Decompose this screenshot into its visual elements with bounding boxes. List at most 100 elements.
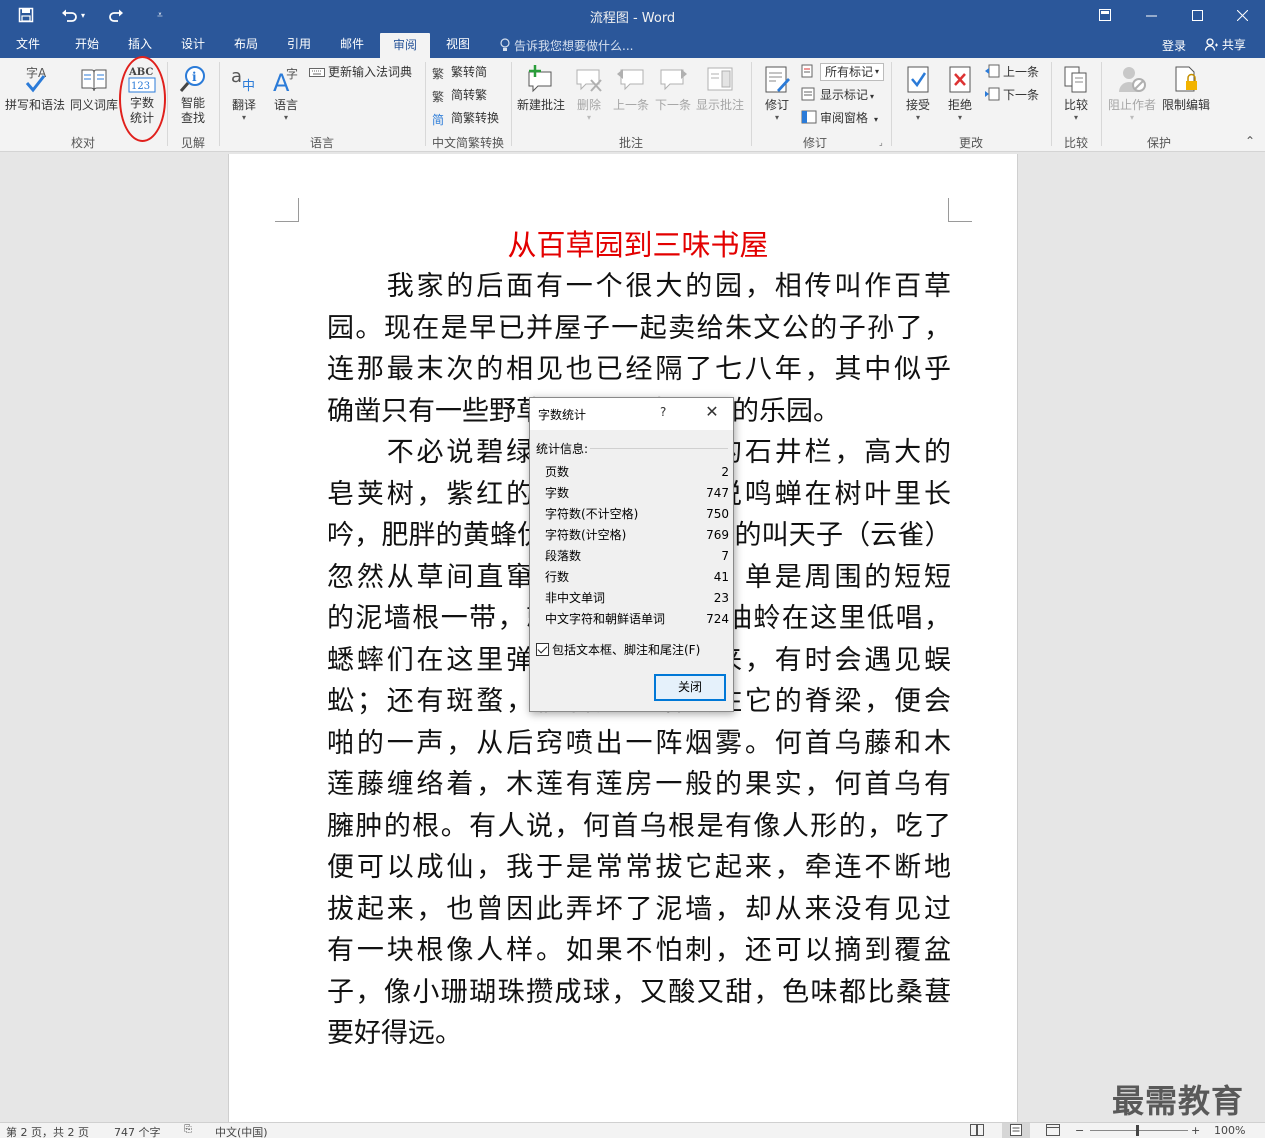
accept-label: 接受: [905, 98, 930, 112]
watermark-logo: 最需教育: [1112, 1082, 1245, 1120]
text-line: 臃肿的根。有人说，何首乌根是有像人形的，吃了: [327, 810, 951, 842]
zoom-level[interactable]: 100%: [1214, 1124, 1245, 1137]
previous-comment-button[interactable]: 上一条: [610, 64, 652, 113]
lightbulb-icon: [500, 38, 510, 51]
accept-icon: [907, 66, 929, 93]
stat-value: 7: [721, 549, 729, 563]
zoom-slider-thumb[interactable]: [1136, 1125, 1139, 1136]
close-dialog-button[interactable]: 关闭: [654, 674, 726, 701]
collapse-ribbon-icon[interactable]: ⌃: [1245, 134, 1255, 148]
group-chinese-label: 中文简繁转换: [431, 136, 504, 150]
reviewing-pane-button[interactable]: 审阅窗格 ▾: [801, 108, 878, 128]
tab-mailings[interactable]: 邮件: [327, 32, 377, 58]
language-status[interactable]: 中文(中国): [215, 1124, 268, 1138]
next-comment-button[interactable]: 下一条: [652, 64, 694, 113]
show-markup-button[interactable]: 显示标记 ▾: [801, 85, 874, 105]
new-comment-button[interactable]: 新建批注: [514, 64, 568, 113]
help-icon[interactable]: ?: [660, 405, 666, 419]
chevron-down-icon: ▾: [870, 92, 875, 101]
next-change-button[interactable]: 下一条: [984, 85, 1039, 105]
compare-button[interactable]: 比较 ▾: [1056, 64, 1096, 122]
ribbon-display-icon[interactable]: [1082, 0, 1128, 30]
tab-review[interactable]: 审阅: [380, 33, 430, 58]
smart-label-2: 查找: [180, 111, 205, 125]
zoom-in-icon[interactable]: +: [1191, 1124, 1200, 1137]
group-comments-label: 批注: [618, 136, 643, 150]
text-line: 便可以成仙，我于是常常拔它起来，牵连不断地: [327, 852, 951, 883]
tab-file[interactable]: 文件: [6, 32, 50, 58]
stat-label: 行数: [545, 570, 570, 584]
window-title: 流程图 - Word: [589, 11, 676, 26]
dialog-launcher-icon[interactable]: ⌟: [879, 138, 883, 147]
dialog-title-bar[interactable]: 字数统计 ? ✕: [530, 398, 733, 430]
stat-value: 747: [706, 486, 729, 500]
spelling-grammar-button[interactable]: 字A 拼写和语法: [4, 64, 66, 113]
page-count[interactable]: 第 2 页，共 2 页: [6, 1124, 89, 1138]
word-count-dialog: 字数统计 ? ✕ 统计信息: 页数 2 字数 747 字符数(不计空格) 750 字符…: [529, 397, 734, 712]
proofing-status-icon[interactable]: ⎘: [184, 1124, 192, 1135]
reject-button[interactable]: 拒绝 ▾: [940, 64, 980, 122]
dialog-close-icon[interactable]: ✕: [700, 402, 724, 424]
text-line: 啪的一声，从后窍喷出一阵烟雾。何首乌藤和木: [327, 727, 951, 759]
tell-me-box[interactable]: 告诉我您想要做什么...: [500, 37, 633, 54]
statistics-heading: 统计信息:: [536, 442, 589, 456]
share-button[interactable]: 共享: [1204, 36, 1246, 53]
tab-design[interactable]: 设计: [168, 32, 218, 58]
stat-value: 2: [721, 465, 729, 479]
minimize-icon[interactable]: [1128, 0, 1174, 30]
simplified-traditional-icon: 繁: [432, 90, 445, 104]
previous-change-label: 上一条: [1003, 65, 1040, 79]
next-change-label: 下一条: [1003, 88, 1040, 102]
language-button[interactable]: A字 语言 ▾: [266, 64, 306, 122]
margin-corner-mark: [948, 198, 972, 222]
traditional-to-simplified-button[interactable]: 繁繁转简: [432, 62, 487, 82]
show-comments-button[interactable]: 显示批注: [694, 64, 746, 113]
read-mode-icon[interactable]: [970, 1124, 984, 1138]
translate-button[interactable]: a中 翻译 ▾: [224, 64, 264, 122]
language-label: 语言: [273, 98, 298, 112]
stat-row: 中文字符和朝鲜语单词 724: [545, 609, 729, 630]
maximize-icon[interactable]: [1174, 0, 1220, 30]
tab-home[interactable]: 开始: [62, 32, 112, 58]
keyboard-icon: [309, 64, 325, 78]
chinese-conversion-button[interactable]: 简简繁转换: [432, 108, 499, 128]
dropdown-arrow-icon: ▾: [915, 113, 920, 122]
print-layout-icon[interactable]: [1002, 1123, 1030, 1138]
group-insights-label: 见解: [180, 136, 205, 150]
markup-select[interactable]: 所有标记 ▾: [820, 63, 884, 81]
text-line: 子，像小珊瑚珠攒成球，又酸又甜，色味都比桑葚: [327, 976, 951, 1008]
tab-references[interactable]: 引用: [274, 32, 324, 58]
tab-layout[interactable]: 布局: [221, 32, 271, 58]
stat-value: 41: [713, 570, 729, 584]
text-line: 要好得远。: [327, 1018, 462, 1049]
language-icon: A字: [273, 66, 298, 94]
track-changes-button[interactable]: 修订 ▾: [758, 64, 796, 122]
tab-view[interactable]: 视图: [433, 32, 483, 58]
smart-lookup-button[interactable]: i 智能 查找: [172, 64, 214, 126]
ribbon-tabs: 文件 开始 插入 设计 布局 引用 邮件 审阅 视图 告诉我您想要做什么... …: [0, 32, 1265, 58]
checkbox-label: 包括文本框、脚注和尾注(F): [552, 643, 701, 657]
thesaurus-button[interactable]: 同义词库: [68, 64, 120, 113]
previous-comment-icon: [617, 69, 644, 91]
lock-document-icon: [1175, 66, 1197, 92]
web-layout-icon[interactable]: [1046, 1124, 1060, 1138]
dropdown-arrow-icon: ▾: [1073, 113, 1078, 122]
word-count-status[interactable]: 747 个字: [114, 1124, 161, 1138]
previous-change-button[interactable]: 上一条: [984, 62, 1039, 82]
restrict-editing-button[interactable]: 限制编辑: [1160, 64, 1212, 113]
chevron-down-icon: ▾: [874, 67, 879, 76]
markup-dropdown[interactable]: 所有标记 ▾: [801, 62, 884, 82]
group-protect-label: 保护: [1146, 136, 1171, 150]
close-icon[interactable]: [1219, 0, 1265, 30]
accept-button[interactable]: 接受 ▾: [898, 64, 938, 122]
simplified-to-traditional-button[interactable]: 繁简转繁: [432, 85, 487, 105]
update-ime-dictionary-button[interactable]: 更新输入法词典: [309, 62, 412, 82]
delete-comment-button[interactable]: 删除 ▾: [570, 64, 608, 122]
block-authors-button[interactable]: 阻止作者 ▾: [1106, 64, 1158, 122]
tab-insert[interactable]: 插入: [115, 32, 165, 58]
stat-label: 段落数: [545, 549, 582, 563]
zoom-slider[interactable]: [1090, 1130, 1188, 1131]
zoom-out-icon[interactable]: −: [1075, 1124, 1084, 1137]
include-textboxes-checkbox[interactable]: 包括文本框、脚注和尾注(F): [536, 641, 700, 658]
login-link[interactable]: 登录: [1162, 37, 1186, 54]
